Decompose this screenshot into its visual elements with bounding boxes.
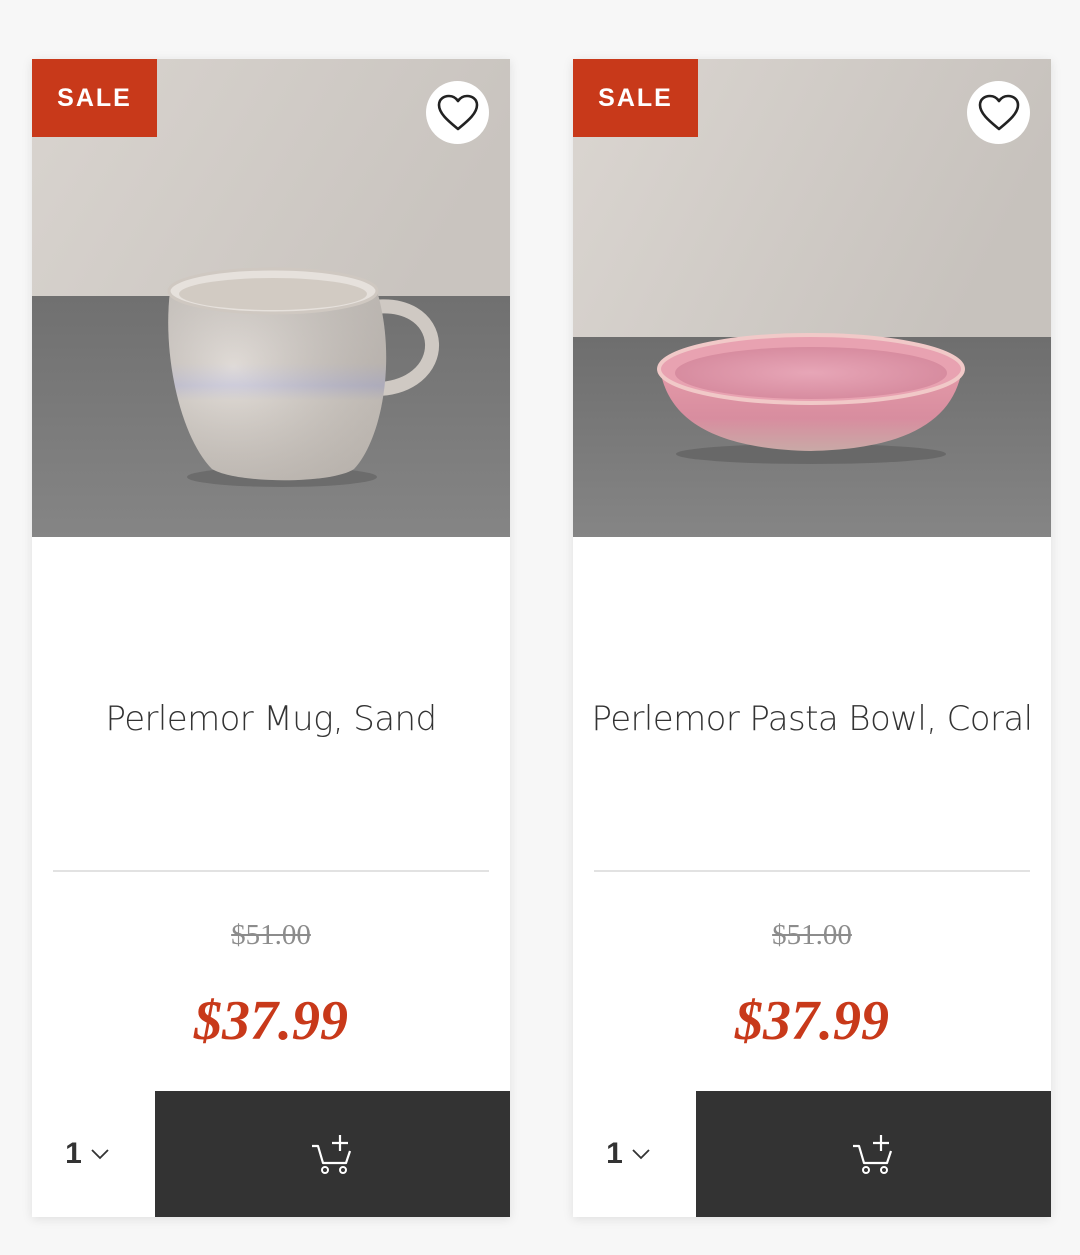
- wishlist-button[interactable]: [426, 81, 489, 144]
- quantity-select[interactable]: 1: [32, 1091, 155, 1217]
- wishlist-button[interactable]: [967, 81, 1030, 144]
- add-to-cart-button[interactable]: [155, 1091, 510, 1217]
- original-price: $51.00: [231, 919, 311, 951]
- product-image[interactable]: SALE: [573, 59, 1051, 537]
- quantity-select[interactable]: 1: [573, 1091, 696, 1217]
- sale-badge: SALE: [573, 59, 698, 137]
- quantity-value: 1: [65, 1137, 82, 1170]
- original-price: $51.00: [772, 919, 852, 951]
- product-image[interactable]: SALE: [32, 59, 510, 537]
- product-name[interactable]: Perlemor Pasta Bowl, Coral: [573, 699, 1051, 739]
- chevron-down-icon: [632, 1149, 650, 1160]
- cart-plus-icon: [311, 1135, 351, 1174]
- product-card: SALE Perlemor Pasta Bowl, Coral $51.00 $…: [573, 59, 1051, 1217]
- quantity-value: 1: [606, 1137, 623, 1170]
- add-to-cart-button[interactable]: [696, 1091, 1051, 1217]
- sale-badge: SALE: [32, 59, 157, 137]
- sale-price: $37.99: [735, 990, 889, 1052]
- product-name[interactable]: Perlemor Mug, Sand: [32, 699, 510, 739]
- heart-outline-icon: [978, 94, 1019, 130]
- product-card: SALE Perlemor Mug, Sand $51.00 $37.99 1: [32, 59, 510, 1217]
- sale-price: $37.99: [194, 990, 348, 1052]
- divider: [53, 870, 489, 872]
- product-grid: SALE Perlemor Mug, Sand $51.00 $37.99 1: [0, 0, 1080, 1255]
- divider: [594, 870, 1030, 872]
- chevron-down-icon: [91, 1149, 109, 1160]
- cart-plus-icon: [852, 1135, 892, 1174]
- heart-outline-icon: [437, 94, 478, 130]
